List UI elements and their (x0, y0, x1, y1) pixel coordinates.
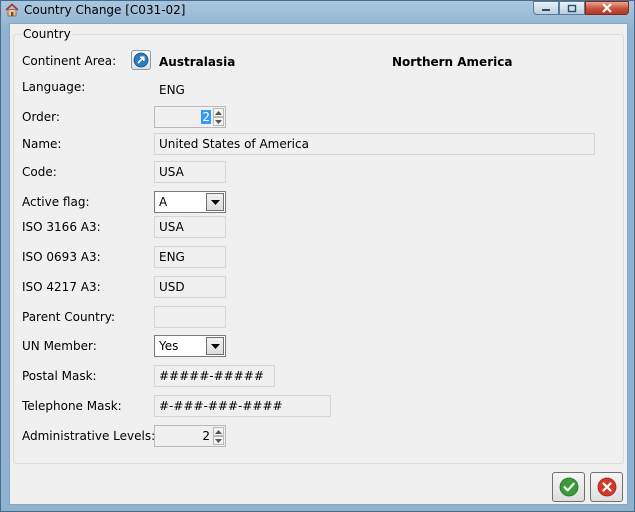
iso3166-field[interactable]: USA (154, 216, 226, 238)
code-label: Code: (22, 165, 57, 179)
minimize-button[interactable] (533, 1, 559, 15)
app-house-icon (5, 3, 19, 17)
iso0693-label: ISO 0693 A3: (22, 250, 101, 264)
postal-mask-field[interactable]: #####-##### (154, 365, 275, 387)
continent-area-label: Continent Area: (22, 54, 117, 68)
continent-current-value: Australasia (159, 55, 236, 69)
spin-down-button[interactable] (213, 436, 224, 445)
spin-down-icon (215, 119, 222, 124)
spin-up-icon (215, 429, 222, 434)
iso4217-label: ISO 4217 A3: (22, 280, 101, 294)
close-icon (602, 3, 612, 13)
active-flag-select[interactable]: A (154, 191, 226, 213)
cancel-x-icon (597, 477, 616, 497)
title-bar[interactable]: Country Change [C031-02] (1, 1, 634, 20)
telephone-mask-field[interactable]: #-###-###-#### (154, 395, 331, 417)
spin-down-button[interactable] (213, 117, 224, 126)
un-member-dropdown-button[interactable] (206, 337, 224, 355)
spin-up-button[interactable] (213, 427, 224, 436)
maximize-icon (567, 4, 577, 12)
language-label: Language: (22, 80, 86, 94)
close-window-button[interactable] (585, 1, 629, 15)
order-label: Order: (22, 110, 60, 124)
spin-down-icon (215, 438, 222, 443)
continent-new-value: Northern America (392, 55, 513, 69)
cancel-button[interactable] (590, 472, 623, 502)
iso3166-label: ISO 3166 A3: (22, 220, 101, 234)
order-value[interactable]: 2 (201, 110, 211, 124)
dialog-body: Country Continent Area: Australasia Nort… (9, 23, 628, 505)
minimize-icon (542, 9, 550, 11)
chevron-down-icon (210, 343, 220, 349)
un-member-label: UN Member: (22, 339, 97, 353)
active-flag-label: Active flag: (22, 195, 90, 209)
name-label: Name: (22, 137, 62, 151)
name-field[interactable]: United States of America (154, 133, 595, 155)
spin-up-button[interactable] (213, 108, 224, 117)
change-continent-button[interactable] (131, 50, 151, 70)
telephone-mask-label: Telephone Mask: (22, 399, 122, 413)
active-flag-dropdown-button[interactable] (206, 193, 224, 211)
checkmark-icon (559, 477, 578, 497)
iso0693-field[interactable]: ENG (154, 246, 226, 268)
language-value: ENG (159, 83, 185, 97)
order-spinner[interactable]: 2 (154, 106, 226, 128)
active-flag-value: A (159, 195, 168, 209)
iso4217-field[interactable]: USD (154, 276, 226, 298)
code-field[interactable]: USA (154, 161, 226, 183)
parent-country-label: Parent Country: (22, 310, 116, 324)
parent-country-field[interactable] (154, 306, 226, 328)
chevron-down-icon (210, 199, 220, 205)
group-legend: Country (21, 27, 73, 41)
spin-up-icon (215, 110, 222, 115)
globe-arrow-icon (133, 52, 149, 68)
dialog-window: Country Change [C031-02] Country Contine… (0, 0, 635, 512)
window-title: Country Change [C031-02] (24, 3, 186, 17)
admin-levels-label: Administrative Levels: (22, 429, 156, 443)
admin-levels-spinner[interactable]: 2 (154, 425, 226, 447)
postal-mask-label: Postal Mask: (22, 369, 97, 383)
un-member-select[interactable]: Yes (154, 335, 226, 357)
ok-button[interactable] (552, 472, 585, 502)
admin-levels-value[interactable]: 2 (201, 429, 211, 443)
maximize-button[interactable] (559, 1, 585, 15)
un-member-value: Yes (159, 339, 179, 353)
